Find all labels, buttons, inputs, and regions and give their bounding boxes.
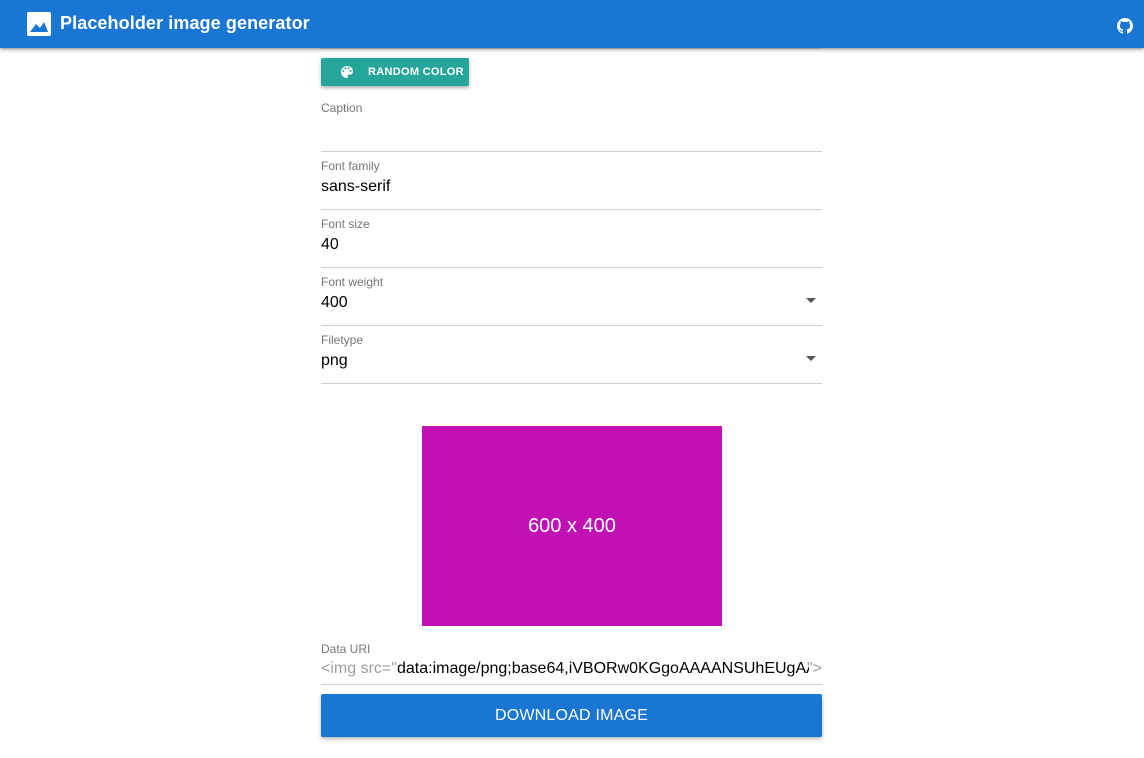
font-family-field[interactable]: Font family: [321, 159, 822, 210]
data-uri-line[interactable]: <img src=" data:image/png;base64,iVBORw0…: [321, 659, 822, 679]
data-uri-prefix: <img src=": [321, 660, 397, 677]
chevron-down-icon[interactable]: [806, 356, 816, 361]
random-color-label: RANDOM COLOR: [368, 66, 464, 78]
data-uri-suffix: ">: [806, 660, 822, 677]
palette-icon: [341, 66, 353, 78]
divider: [321, 48, 822, 49]
random-color-button[interactable]: RANDOM COLOR: [321, 58, 469, 86]
font-size-field[interactable]: Font size: [321, 217, 822, 268]
font-size-label: Font size: [321, 217, 370, 231]
font-weight-label: Font weight: [321, 275, 384, 289]
font-size-input[interactable]: [321, 235, 791, 254]
chevron-down-icon[interactable]: [806, 298, 816, 303]
app-title: Placeholder image generator: [60, 13, 310, 33]
caption-input[interactable]: [321, 119, 791, 138]
app-bar: Placeholder image generator: [0, 0, 1144, 48]
caption-field[interactable]: Caption: [321, 101, 822, 152]
github-icon[interactable]: [1117, 18, 1133, 34]
filetype-value[interactable]: png: [321, 351, 791, 370]
font-family-label: Font family: [321, 159, 380, 173]
font-weight-select[interactable]: Font weight 400: [321, 275, 822, 326]
data-uri-field[interactable]: Data URI <img src=" data:image/png;base6…: [321, 642, 822, 685]
preview-caption: 600 x 400: [528, 514, 616, 537]
font-family-input[interactable]: [321, 177, 791, 196]
filetype-label: Filetype: [321, 333, 364, 347]
download-image-button[interactable]: DOWNLOAD IMAGE: [321, 694, 822, 737]
image-icon: [27, 12, 51, 36]
data-uri-label: Data URI: [321, 642, 371, 656]
caption-label: Caption: [321, 101, 363, 115]
data-uri-value[interactable]: data:image/png;base64,iVBORw0KGgoAAAANSU…: [397, 659, 809, 679]
font-weight-value[interactable]: 400: [321, 293, 791, 312]
image-preview: 600 x 400: [422, 426, 722, 626]
filetype-select[interactable]: Filetype png: [321, 333, 822, 384]
